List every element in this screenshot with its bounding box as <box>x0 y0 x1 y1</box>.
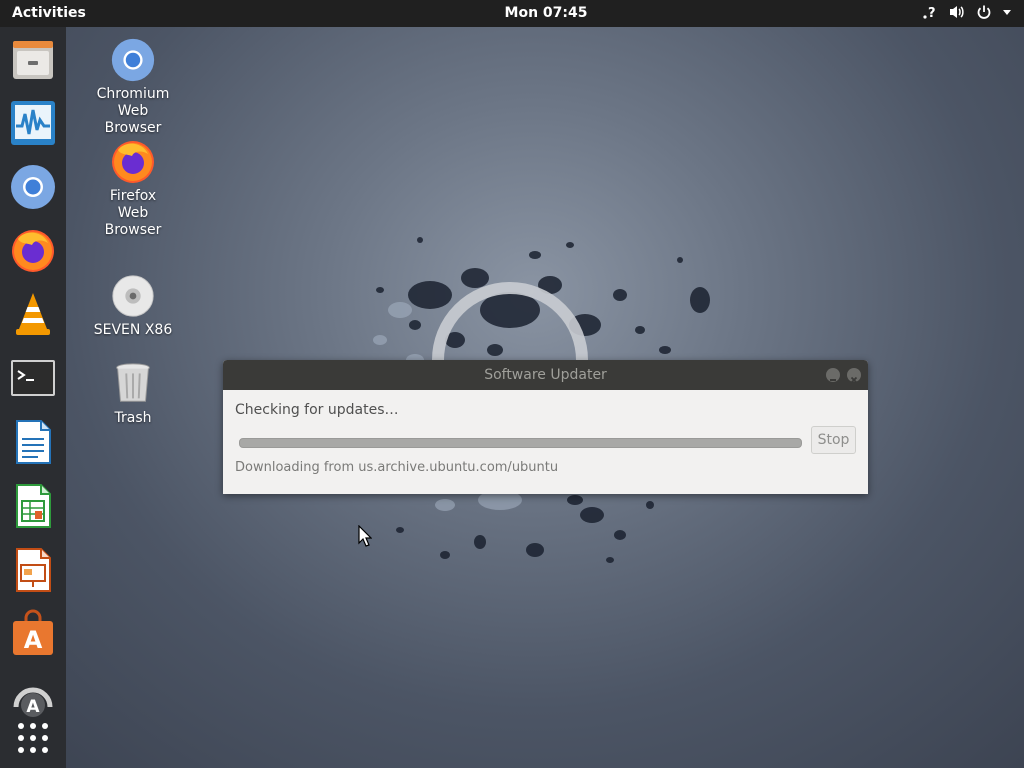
dropdown-arrow-icon <box>1003 10 1011 15</box>
close-icon <box>850 376 858 384</box>
writer-icon <box>16 420 51 464</box>
calc-icon <box>16 484 51 528</box>
app-grid-icon <box>18 723 48 753</box>
chromium-icon <box>11 165 55 209</box>
dialog-title: Software Updater <box>484 367 607 383</box>
system-tray[interactable]: ? <box>922 4 1012 20</box>
minimize-button[interactable] <box>826 368 840 382</box>
download-source-text: Downloading from us.archive.ubuntu.com/u… <box>235 460 559 475</box>
desktop-icon-label: Web <box>117 205 149 221</box>
power-icon <box>977 5 991 19</box>
desktop-icon-label: Browser <box>104 222 162 238</box>
file-cabinet-icon <box>13 41 53 79</box>
dock-chromium[interactable] <box>8 162 58 212</box>
desktop-icon-label: SEVEN X86 <box>93 322 173 338</box>
chromium-icon <box>111 38 155 82</box>
desktop-icon-label: Browser <box>104 120 162 136</box>
network-question-icon: ? <box>923 6 936 20</box>
svg-text:A: A <box>24 626 43 654</box>
terminal-icon <box>11 360 55 396</box>
desktop-icon-trash[interactable]: Trash <box>88 360 178 427</box>
top-bar: Activities Mon 07:45 ? <box>0 0 1024 27</box>
desktop-icon-label: Trash <box>114 410 152 426</box>
dock: A A <box>0 27 66 768</box>
desktop-icon-firefox[interactable]: Firefox Web Browser <box>88 136 178 239</box>
dock-libreoffice-calc[interactable] <box>8 481 58 531</box>
dock-libreoffice-writer[interactable] <box>8 417 58 467</box>
trash-icon <box>116 363 150 402</box>
dock-vlc[interactable] <box>8 289 58 339</box>
dock-libreoffice-impress[interactable] <box>8 545 58 595</box>
mouse-cursor-icon <box>358 525 372 547</box>
update-progress-bar <box>239 438 802 448</box>
clock-label: Mon 07:45 <box>504 5 588 21</box>
dock-system-monitor[interactable] <box>8 98 58 148</box>
impress-icon <box>16 548 51 592</box>
dock-terminal[interactable] <box>8 353 58 403</box>
dock-software-center[interactable]: A <box>8 609 58 659</box>
dock-show-applications[interactable] <box>8 713 58 763</box>
vlc-cone-icon <box>16 293 50 335</box>
dock-files[interactable] <box>8 35 58 85</box>
desktop-icon-label: Web <box>117 103 149 119</box>
volume-icon <box>950 6 964 18</box>
dialog-titlebar[interactable]: Software Updater <box>223 360 868 390</box>
desktop-icon-label: Chromium <box>96 86 170 102</box>
software-updater-dialog: Software Updater Checking for updates… S… <box>223 360 868 494</box>
stop-button[interactable]: Stop <box>811 426 856 454</box>
desktop-icon-chromium[interactable]: Chromium Web Browser <box>88 36 178 137</box>
clock[interactable]: Mon 07:45 <box>0 5 1024 21</box>
optical-disc-icon <box>112 275 154 317</box>
close-button[interactable] <box>847 368 861 384</box>
monitor-icon <box>11 101 55 145</box>
firefox-icon <box>112 141 154 183</box>
desktop-icon-label: Firefox <box>109 188 157 204</box>
dock-firefox[interactable] <box>8 225 58 275</box>
minimize-icon <box>830 379 836 381</box>
svg-text:?: ? <box>928 6 936 20</box>
update-status-text: Checking for updates… <box>235 402 399 418</box>
desktop-icon-seven-x86[interactable]: SEVEN X86 <box>88 272 178 339</box>
firefox-icon <box>12 230 54 272</box>
software-bag-icon: A <box>13 609 53 655</box>
